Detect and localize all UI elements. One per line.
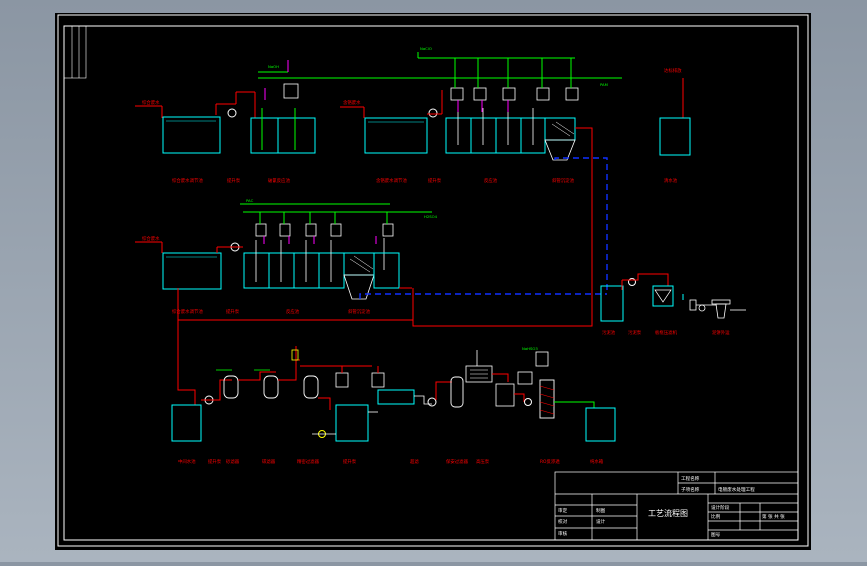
label-row2-3: 反应池: [286, 308, 300, 315]
label-row1-8: 清水池: [664, 177, 678, 184]
check-label: 校对: [558, 518, 568, 525]
project-name: 电镀废水处理工程: [718, 486, 755, 493]
label-discharge: 达标排放: [664, 67, 682, 74]
label-inlet-1: 综合废水: [142, 99, 160, 106]
label-row1-4: 含铬废水调节池: [376, 177, 407, 184]
drawing-sheet: [55, 13, 811, 550]
label-sludge-2: 污泥泵: [628, 329, 642, 336]
label-sludge-4: 泥饼外运: [712, 329, 730, 336]
design-stage-label: 设计阶段: [711, 504, 730, 511]
label-row3-1: 中间水池: [178, 458, 196, 465]
label-row2-2: 提升泵: [226, 308, 240, 315]
drawing-canvas: 综合废水调节池 提升泵 破氰反应池 含铬废水调节池 提升泵 反应池 斜管沉淀池 …: [55, 13, 811, 550]
label-row1-7: 斜管沉淀池: [552, 177, 575, 184]
draw-label: 制图: [596, 507, 606, 514]
label-row3-6: 提升泵: [343, 458, 357, 465]
label-inlet-3: 综合废水: [142, 235, 160, 242]
label-row3-8: 保安过滤器: [446, 458, 469, 465]
label-row1-5: 提升泵: [428, 177, 442, 184]
design-label: 设计: [596, 518, 606, 525]
cad-viewport: 综合废水调节池 提升泵 破氰反应池 含铬废水调节池 提升泵 反应池 斜管沉淀池 …: [0, 0, 867, 562]
dose-label: H2SO4: [424, 214, 438, 219]
sub-item-label: 子项名称: [681, 486, 700, 493]
label-inlet-2: 含铬废水: [343, 99, 361, 106]
review-label: 审定: [558, 507, 568, 514]
dose-label: NaHSO3: [522, 346, 538, 351]
project-label: 工程名称: [681, 475, 700, 482]
label-row3-9: 高压泵: [476, 458, 490, 465]
dose-label: PAM: [600, 82, 608, 87]
label-row1-1: 综合废水调节池: [172, 177, 203, 184]
label-row1-6: 反应池: [484, 177, 498, 184]
approve-label: 审核: [558, 530, 568, 537]
label-row3-11: 纯水箱: [590, 458, 604, 465]
label-row3-4: 碳滤器: [262, 458, 276, 465]
label-row3-2: 提升泵: [208, 458, 222, 465]
dose-label: NaOH: [268, 64, 279, 69]
scale-label: 比例: [711, 513, 721, 520]
dose-label: NaClO: [420, 46, 432, 51]
sheet-label: 第 张 共 张: [762, 513, 785, 520]
label-row3-7: 超滤: [410, 458, 419, 465]
label-row3-3: 砂滤器: [226, 458, 240, 465]
label-row3-5: 精密过滤器: [297, 458, 320, 465]
drawing-title: 工艺流程图: [648, 508, 688, 518]
label-row1-3: 破氰反应池: [268, 177, 291, 184]
label-row1-2: 提升泵: [227, 177, 241, 184]
label-row2-1: 综合废水调节池: [172, 308, 203, 315]
dose-label: PAC: [246, 198, 254, 203]
label-sludge-1: 污泥池: [602, 329, 616, 336]
label-row2-4: 斜管沉淀池: [348, 308, 371, 315]
label-row3-10: RO反渗透: [540, 458, 560, 465]
label-sludge-3: 板框压滤机: [655, 329, 678, 336]
drawing-no-label: 图号: [711, 532, 721, 538]
